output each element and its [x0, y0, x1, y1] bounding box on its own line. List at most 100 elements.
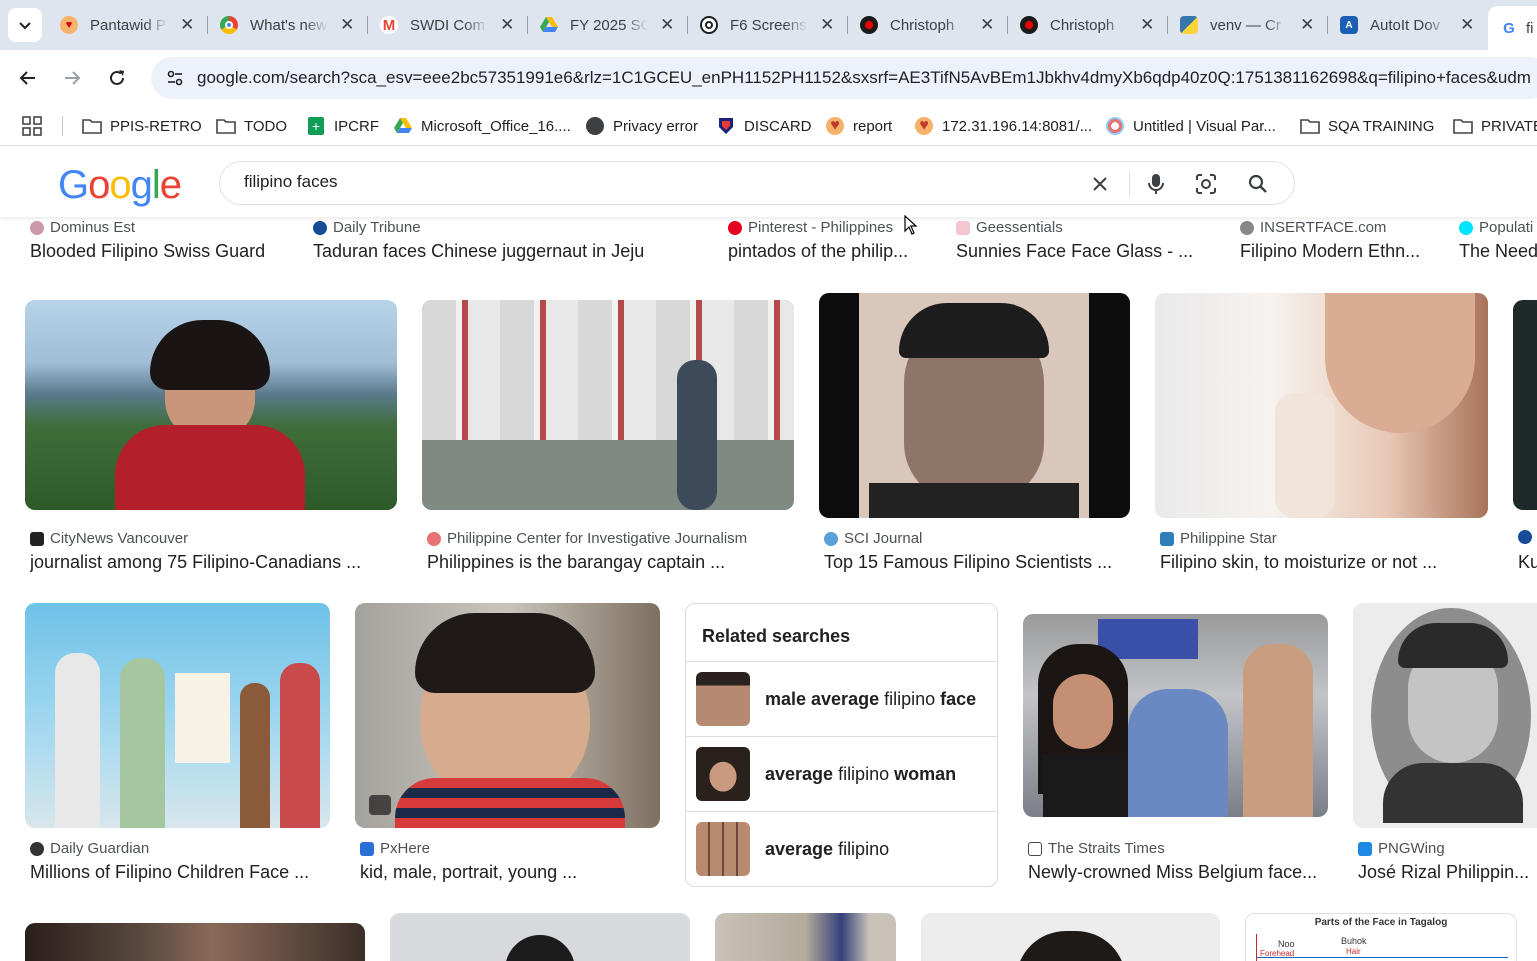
image-result[interactable]: Philippine Star Filipino skin, to moistu…	[1155, 293, 1488, 583]
tab-title: AutoIt Dov	[1370, 16, 1441, 34]
tab-active[interactable]: G fi	[1488, 6, 1537, 50]
image-result[interactable]	[715, 913, 896, 961]
caption: José Rizal Philippin...	[1358, 862, 1530, 882]
bookmark-label: 172.31.196.14:8081/...	[942, 117, 1093, 135]
image-result[interactable]: Populati The Need	[1459, 217, 1537, 267]
result-image-miss-belgium[interactable]	[1023, 614, 1328, 817]
bookmark-item[interactable]: TODO	[216, 114, 287, 138]
close-icon[interactable]: ✕	[338, 15, 356, 35]
site-info-button[interactable]	[161, 64, 189, 92]
image-result[interactable]: PxHere kid, male, portrait, young ...	[355, 603, 660, 893]
close-icon[interactable]: ✕	[1458, 15, 1476, 35]
bookmark-item[interactable]: SQA TRAINING	[1300, 114, 1434, 138]
close-icon[interactable]: ✕	[1298, 15, 1316, 35]
result-image-ceremony[interactable]	[25, 603, 330, 828]
source-label: Geessentials	[956, 219, 1063, 236]
drive-icon	[393, 117, 413, 135]
caption: The Need	[1459, 241, 1537, 261]
image-result[interactable]: INSERTFACE.com Filipino Modern Ethn...	[1240, 217, 1440, 267]
image-result[interactable]: Pinterest - Philippines pintados of the …	[728, 217, 928, 267]
voice-search-button[interactable]	[1144, 172, 1168, 196]
site-icon	[30, 531, 44, 546]
bookmark-item[interactable]: Microsoft_Office_16....	[393, 114, 571, 138]
image-result[interactable]	[921, 913, 1220, 961]
close-icon[interactable]: ✕	[498, 15, 516, 35]
image-results: Dominus Est Blooded Filipino Swiss Guard…	[0, 217, 1537, 961]
search-submit-button[interactable]	[1246, 172, 1270, 196]
back-button[interactable]	[10, 60, 46, 96]
tab-8[interactable]: venv — Cr ✕	[1168, 6, 1328, 44]
close-icon[interactable]: ✕	[1138, 15, 1156, 35]
result-image-scientist[interactable]	[819, 293, 1130, 518]
tab-search-button[interactable]	[8, 8, 42, 42]
source-label: CityNews Vancouver	[30, 530, 188, 547]
close-icon[interactable]: ✕	[818, 15, 836, 35]
tab-6[interactable]: Christoph ✕	[848, 6, 1008, 44]
image-result[interactable]	[25, 913, 365, 961]
result-image-row4-4[interactable]	[921, 913, 1220, 961]
image-search-button[interactable]	[1194, 172, 1218, 196]
google-logo[interactable]: Google	[58, 163, 182, 208]
result-image-face-diagram[interactable]: Parts of the Face in Tagalog Noo Buhok F…	[1245, 913, 1517, 961]
image-result[interactable]: Daily Guardian Millions of Filipino Chil…	[25, 603, 330, 893]
clear-button[interactable]	[1088, 172, 1112, 196]
image-result[interactable]: Ku	[1513, 293, 1537, 583]
image-result[interactable]: Philippine Center for Investigative Jour…	[422, 293, 794, 583]
image-result[interactable]: Parts of the Face in Tagalog Noo Buhok F…	[1245, 913, 1517, 961]
result-image-row4-1[interactable]	[25, 923, 365, 961]
tab-7[interactable]: Christoph ✕	[1008, 6, 1168, 44]
search-box[interactable]	[219, 161, 1295, 205]
forward-button[interactable]	[54, 60, 90, 96]
tab-title: Pantawid P	[90, 16, 166, 34]
tab-5[interactable]: F6 Screens ✕	[688, 6, 848, 44]
result-image-kid[interactable]	[355, 603, 660, 828]
result-image-journalist[interactable]	[25, 300, 397, 510]
related-search-item[interactable]: male average filipino face	[686, 661, 997, 736]
bookmark-item[interactable]: PPIS-RETRO	[82, 114, 202, 138]
bookmark-item[interactable]: Untitled | Visual Par...	[1105, 114, 1276, 138]
image-result[interactable]: PNGWing José Rizal Philippin...	[1353, 603, 1537, 893]
red-circle-icon	[1020, 16, 1038, 34]
site-icon	[30, 220, 44, 235]
image-result[interactable]: The Straits Times Newly-crowned Miss Bel…	[1023, 603, 1328, 893]
image-result[interactable]	[390, 913, 690, 961]
image-result[interactable]: Dominus Est Blooded Filipino Swiss Guard	[30, 217, 300, 267]
bookmark-item[interactable]: ♥ 172.31.196.14:8081/...	[914, 114, 1092, 138]
address-bar[interactable]: google.com/search?sca_esv=eee2bc57351991…	[151, 57, 1537, 99]
tab-2[interactable]: What's new ✕	[208, 6, 368, 44]
bookmark-item[interactable]: Privacy error	[585, 114, 698, 138]
apps-button[interactable]	[22, 116, 42, 141]
diagram-label: Hair	[1346, 947, 1361, 956]
result-image-jose-rizal[interactable]	[1353, 603, 1537, 828]
tab-9[interactable]: A AutoIt Dov ✕	[1328, 6, 1488, 44]
close-icon[interactable]: ✕	[178, 15, 196, 35]
source-label: SCI Journal	[824, 530, 922, 547]
bookmark-item[interactable]: + IPCRF	[306, 114, 379, 138]
result-image-partial[interactable]	[1513, 300, 1537, 510]
image-result[interactable]: Geessentials Sunnies Face Face Glass - .…	[956, 217, 1206, 267]
related-search-item[interactable]: average filipino	[686, 811, 997, 886]
reload-button[interactable]	[99, 60, 135, 96]
tab-4[interactable]: FY 2025 SC ✕	[528, 6, 688, 44]
gallery-icon	[369, 795, 391, 815]
image-result[interactable]: SCI Journal Top 15 Famous Filipino Scien…	[819, 293, 1130, 583]
folder-icon	[1453, 117, 1473, 135]
result-image-skincare[interactable]	[1155, 293, 1488, 518]
bookmark-item[interactable]: PRIVATE	[1453, 114, 1537, 138]
result-image-posters[interactable]	[422, 300, 794, 510]
result-image-row4-2[interactable]	[390, 913, 690, 961]
search-input[interactable]	[244, 172, 1064, 192]
image-result[interactable]: CityNews Vancouver journalist among 75 F…	[25, 293, 397, 583]
result-image-row4-3[interactable]	[715, 913, 896, 961]
autoit-icon: A	[1340, 16, 1358, 34]
tab-3[interactable]: M SWDI Com ✕	[368, 6, 528, 44]
related-search-item[interactable]: average filipino woman	[686, 736, 997, 811]
image-result[interactable]: Daily Tribune Taduran faces Chinese jugg…	[313, 217, 703, 267]
tab-1[interactable]: ♥ Pantawid P ✕	[48, 6, 208, 44]
close-icon[interactable]: ✕	[658, 15, 676, 35]
source-label: Dominus Est	[30, 219, 135, 236]
related-searches-title: Related searches	[702, 626, 851, 646]
bookmark-item[interactable]: ♥ report	[825, 114, 892, 138]
close-icon[interactable]: ✕	[978, 15, 996, 35]
bookmark-item[interactable]: DISCARD	[716, 114, 812, 138]
